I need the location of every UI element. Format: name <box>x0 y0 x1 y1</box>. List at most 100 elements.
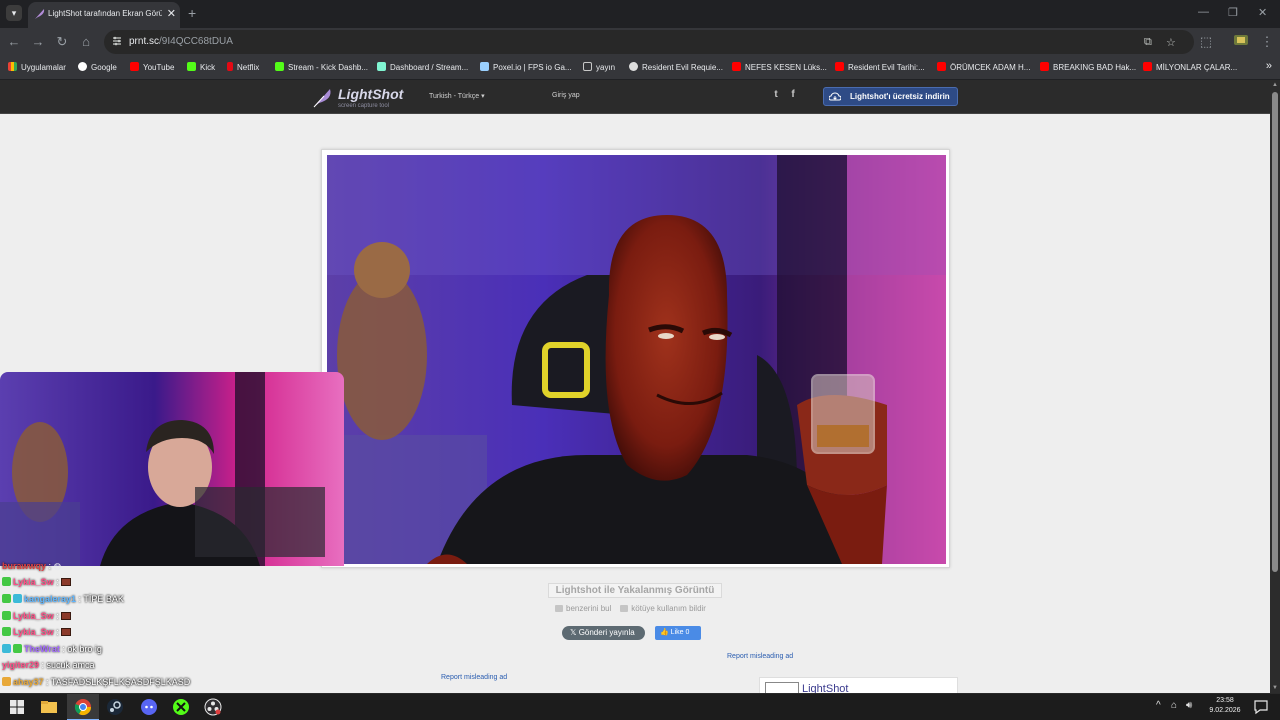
tweet-button[interactable]: 𝕏 Gönderi yayınla <box>562 626 645 640</box>
mod-badge-icon <box>13 594 22 603</box>
close-window-button[interactable]: ✕ <box>1258 6 1267 19</box>
bookmark-youtube[interactable]: YouTube <box>130 61 174 75</box>
bookmark-kick-dashboard[interactable]: Stream - Kick Dashb... <box>275 61 368 75</box>
obs-icon[interactable] <box>204 698 222 716</box>
bookmark-star-icon[interactable]: ☆ <box>1166 36 1176 49</box>
bookmark-poxel[interactable]: Poxel.io | FPS io Ga... <box>480 61 572 75</box>
bookmark-resident-evil-requiem[interactable]: Resident Evil Requie... <box>629 61 723 75</box>
minimize-button[interactable]: — <box>1198 6 1209 18</box>
address-bar[interactable]: prnt.sc/9I4QCC68tDUA ⧉ ☆ <box>104 30 1194 54</box>
report-abuse-link[interactable]: kötüye kullanım bildir <box>620 604 706 613</box>
netflix-icon <box>227 62 233 71</box>
scroll-thumb[interactable] <box>1272 92 1278 572</box>
page-scrollbar[interactable]: ▲ ▼ <box>1270 80 1280 693</box>
file-explorer-icon[interactable] <box>40 698 58 716</box>
logo-name: LightShot <box>338 86 404 102</box>
login-link[interactable]: Giriş yap <box>552 92 580 99</box>
chrome-menu-icon[interactable]: ⋮ <box>1259 34 1275 50</box>
tray-overflow-icon[interactable]: ^ <box>1156 700 1161 711</box>
bookmark-resident-evil-tarihi[interactable]: Resident Evil Tarihi:... <box>835 61 925 75</box>
bookmark-netflix[interactable]: Netflix <box>227 61 259 75</box>
url-host: prnt.sc <box>129 36 160 47</box>
facebook-icon[interactable]: f <box>787 89 799 101</box>
bookmark-nefes-kesen[interactable]: NEFES KESEN Lüks... <box>732 61 827 75</box>
scroll-down-icon[interactable]: ▼ <box>1272 685 1278 691</box>
bookmark-kick[interactable]: Kick <box>187 61 215 75</box>
feather-logo-icon <box>313 89 331 108</box>
screenshot-image[interactable] <box>327 155 946 564</box>
bookmarks-overflow-icon[interactable]: » <box>1266 60 1272 72</box>
new-tab-button[interactable]: + <box>188 5 196 21</box>
emote-icon <box>61 612 72 620</box>
home-icon[interactable]: ⌂ <box>78 34 94 50</box>
bookmark-breaking-bad[interactable]: BREAKING BAD Hak... <box>1040 61 1136 75</box>
youtube-icon <box>1143 62 1152 71</box>
chat-message: TheWrat : ok bro ig <box>2 642 102 656</box>
forward-arrow-icon[interactable]: → <box>30 34 46 50</box>
reload-icon[interactable]: ↻ <box>54 34 70 50</box>
scroll-up-icon[interactable]: ▲ <box>1272 82 1278 88</box>
bookmark-milyonlar-calar[interactable]: MİLYONLAR ÇALAR... <box>1143 61 1237 75</box>
lightshot-ad-logo-icon <box>765 682 799 693</box>
facebook-like-button[interactable]: 👍 Like 0 <box>655 626 701 640</box>
chat-message: burawwqy : ◍ <box>2 561 62 571</box>
report-ad-link-left[interactable]: Report misleading ad <box>441 674 507 681</box>
windows-taskbar: ^ ⌂ 🔊︎ 23:58 9.02.2026 <box>0 693 1280 720</box>
chat-message: Lykia_Sw : <box>2 625 72 639</box>
emote-icon <box>61 578 72 586</box>
active-tab[interactable]: LightShot tarafından Ekran Görüntüsü ✕ <box>28 2 180 28</box>
find-similar-link[interactable]: benzerini bul <box>555 604 611 613</box>
restore-button[interactable]: ❐ <box>1228 6 1238 19</box>
extensions-icon[interactable]: ⬚ <box>1198 34 1214 50</box>
notification-icon[interactable] <box>1252 698 1270 716</box>
emote-icon <box>61 628 72 636</box>
chrome-icon[interactable] <box>74 698 92 716</box>
bookmark-folder-yayin[interactable]: yayın <box>583 61 615 75</box>
kick-icon <box>275 62 284 71</box>
browser-tab-strip: ▾ LightShot tarafından Ekran Görüntüsü ✕… <box>0 0 1280 28</box>
install-app-icon[interactable]: ⧉ <box>1144 36 1152 49</box>
youtube-icon <box>937 62 946 71</box>
advertisement-box[interactable]: LightShot <box>759 677 958 693</box>
profile-avatar-icon[interactable] <box>1233 34 1249 50</box>
chat-message: yigiter29 : sucuk amca <box>2 660 95 670</box>
bookmark-google[interactable]: Google <box>78 61 117 75</box>
sub-badge-icon <box>13 644 22 653</box>
lightshot-logo[interactable]: LightShot screen capture tool <box>312 85 412 111</box>
thumbs-up-icon: 👍 <box>660 629 669 636</box>
emote-icon: ◍ <box>53 561 62 571</box>
bookmark-stream-dashboard[interactable]: Dashboard / Stream... <box>377 61 468 75</box>
sub-badge-icon <box>2 627 11 636</box>
kick-icon <box>187 62 196 71</box>
bookmarks-bar: Uygulamalar Google YouTube Kick Netflix … <box>0 56 1280 80</box>
webcam-overlay <box>0 372 344 566</box>
tab-close-icon[interactable]: ✕ <box>167 7 176 20</box>
xbox-icon[interactable] <box>172 698 190 716</box>
poxel-icon <box>480 62 489 71</box>
network-icon[interactable]: ⌂ <box>1171 700 1177 711</box>
clock-time: 23:58 <box>1216 697 1234 704</box>
discord-icon[interactable] <box>140 698 158 716</box>
site-settings-icon[interactable] <box>111 35 123 47</box>
report-ad-link-right[interactable]: Report misleading ad <box>727 653 793 660</box>
image-actions: benzerini bul kötüye kullanım bildir <box>555 604 706 613</box>
back-arrow-icon[interactable]: ← <box>6 34 22 50</box>
windows-start-icon[interactable] <box>8 698 26 716</box>
chat-message: Lykia_Sw : <box>2 575 72 589</box>
ad-brand: LightShot <box>802 683 849 693</box>
download-lightshot-button[interactable]: Lightshot'ı ücretsiz indirin <box>823 87 958 106</box>
x-logo-icon: 𝕏 <box>570 628 577 637</box>
chat-message: Lykia_Sw : <box>2 609 72 623</box>
clock-date: 9.02.2026 <box>1209 707 1241 714</box>
url-text[interactable]: prnt.sc/9I4QCC68tDUA <box>129 36 233 47</box>
bookmark-apps[interactable]: Uygulamalar <box>8 61 66 75</box>
tab-title: LightShot tarafından Ekran Görüntüsü <box>48 9 162 18</box>
volume-icon[interactable]: 🔊︎ <box>1186 700 1192 711</box>
language-selector[interactable]: Turkish - Türkçe ▾ <box>429 92 485 100</box>
steam-icon[interactable] <box>106 698 124 716</box>
tab-search-icon[interactable]: ▾ <box>6 5 22 21</box>
bookmark-orumcek-adam[interactable]: ÖRÜMCEK ADAM H... <box>937 61 1030 75</box>
twitter-icon[interactable]: t <box>770 89 782 101</box>
streamlabs-icon <box>377 62 386 71</box>
system-clock[interactable]: 23:58 9.02.2026 <box>1201 696 1249 716</box>
